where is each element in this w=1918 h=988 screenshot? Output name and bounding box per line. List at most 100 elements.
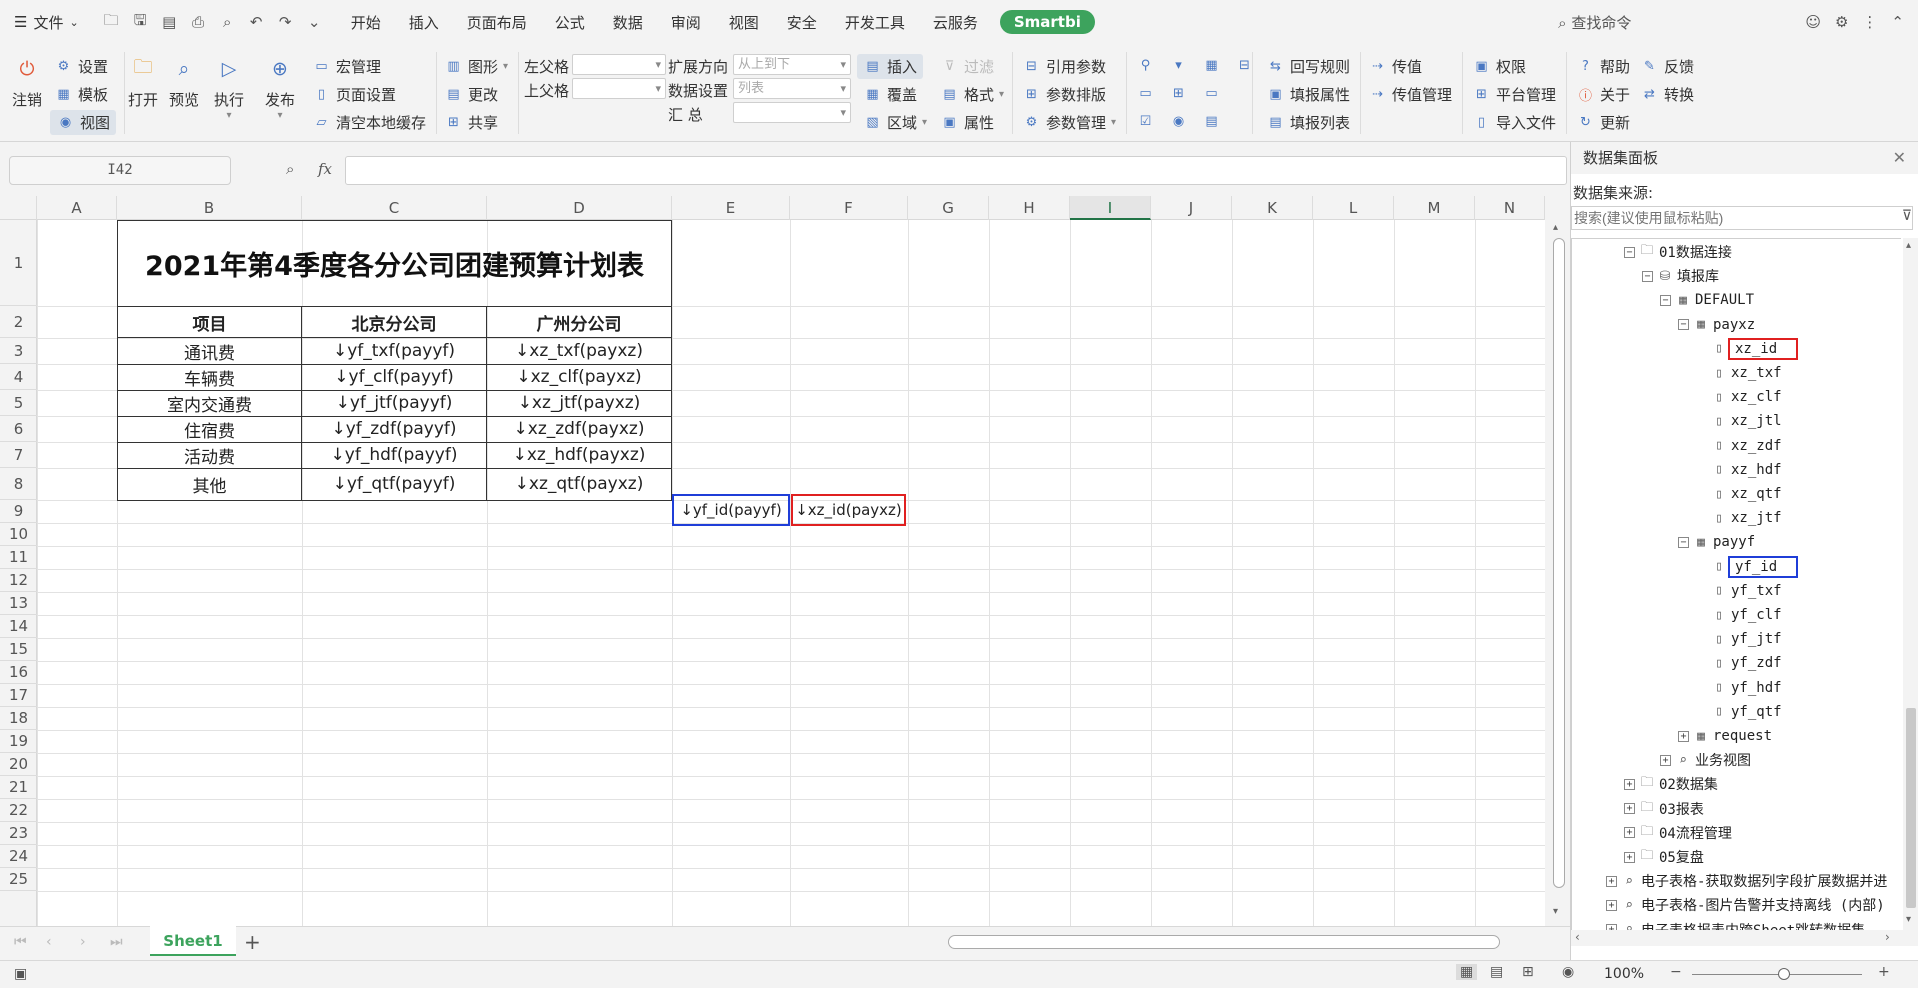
expand-icon[interactable]: +	[1624, 778, 1635, 790]
row-header[interactable]: 6	[0, 416, 37, 442]
sheet-title[interactable]: 2021年第4季度各分公司团建预算计划表	[117, 220, 672, 306]
expand-icon[interactable]: +	[1606, 875, 1617, 887]
name-box[interactable]: I42	[9, 156, 231, 185]
row-header[interactable]: 5	[0, 390, 37, 416]
row-header[interactable]: 15	[0, 638, 37, 661]
zoom-slider-thumb[interactable]	[1778, 968, 1790, 980]
cell-f8-xz-id[interactable]: ↓xz_id(payxz)	[791, 494, 906, 526]
header-beijing[interactable]: 北京分公司	[302, 306, 487, 338]
tree-node-field[interactable]: ▯ xz_jtf	[1696, 507, 1782, 529]
item-name-cell[interactable]: 车辆费	[117, 364, 302, 391]
insert-button[interactable]: ▤ 插入	[857, 54, 924, 79]
row-header[interactable]: 12	[0, 569, 37, 592]
row-header[interactable]: 8	[0, 468, 37, 500]
guangzhou-cell[interactable]: ↓xz_clf(payxz)	[487, 364, 672, 391]
tab-start[interactable]: 开始	[337, 0, 395, 44]
tree-node-field[interactable]: ▯ xz_jtl	[1696, 410, 1782, 432]
col-header[interactable]: C	[302, 196, 487, 220]
tab-smartbi[interactable]: Smartbi	[999, 10, 1095, 34]
page-break-view-icon[interactable]: ▤	[1490, 964, 1503, 980]
scroll-up-icon[interactable]: ▴	[1906, 240, 1911, 251]
tree-node-table-payyf[interactable]: − ▦ payyf	[1678, 531, 1755, 553]
template-button[interactable]: ▦ 模板	[54, 84, 108, 105]
tree-node-datasets[interactable]: + 🗀 02数据集	[1624, 773, 1718, 795]
row-header[interactable]: 4	[0, 364, 37, 390]
expand-icon[interactable]: +	[1660, 754, 1671, 766]
save-icon[interactable]: 🖫	[128, 10, 153, 35]
pin-icon[interactable]: ⚲	[1136, 56, 1155, 75]
panel-scroll-thumb[interactable]	[1906, 708, 1916, 908]
param-mgmt-button[interactable]: ⚙ 参数管理 ▾	[1022, 112, 1116, 133]
shape-button[interactable]: ▥ 图形 ▾	[444, 56, 508, 77]
view-button[interactable]: ◉ 视图	[50, 110, 117, 135]
customize-icon[interactable]: ⌄	[302, 10, 327, 35]
panel-vertical-scrollbar[interactable]: ▴ ▾	[1903, 238, 1918, 930]
row-header[interactable]: 22	[0, 799, 37, 822]
prev-sheet-icon[interactable]: ‹	[46, 934, 52, 950]
more-icon[interactable]: ⋮	[1862, 13, 1877, 31]
row-header[interactable]: 24	[0, 845, 37, 868]
scroll-thumb[interactable]	[1553, 238, 1565, 888]
reading-mode-icon[interactable]: ◉	[1562, 964, 1574, 980]
textbox-icon[interactable]: ▭	[1136, 84, 1155, 103]
col-header[interactable]: F	[790, 196, 908, 220]
last-sheet-icon[interactable]: ⏭	[110, 934, 123, 950]
tab-insert[interactable]: 插入	[395, 0, 453, 44]
preview-button[interactable]: ⌕ 预览	[169, 54, 199, 110]
permission-button[interactable]: ▣ 权限	[1472, 56, 1526, 77]
collapse-icon[interactable]: −	[1678, 319, 1689, 331]
row-header[interactable]: 21	[0, 776, 37, 799]
item-name-cell[interactable]: 通讯费	[117, 338, 302, 365]
convert-button[interactable]: ⇄ 转换	[1640, 84, 1694, 105]
expand-icon[interactable]: +	[1606, 899, 1617, 911]
expand-icon[interactable]: +	[1678, 730, 1689, 742]
beijing-cell[interactable]: ↓yf_jtf(payyf)	[302, 390, 487, 417]
tree-node-fill-db[interactable]: − ⛁ 填报库	[1642, 265, 1719, 287]
data-setting-select[interactable]: 列表	[733, 78, 851, 99]
tree-node-reports[interactable]: + 🗀 03报表	[1624, 798, 1704, 820]
col-header[interactable]: K	[1232, 196, 1313, 220]
col-header[interactable]: G	[908, 196, 989, 220]
beijing-cell[interactable]: ↓yf_hdf(payyf)	[302, 442, 487, 469]
list-widget-icon[interactable]: ▤	[1202, 112, 1221, 131]
image-widget-icon[interactable]: ▭	[1202, 84, 1221, 103]
pdf-icon[interactable]: ▤	[157, 10, 182, 35]
tree-node-field[interactable]: ▯ xz_clf	[1696, 386, 1782, 408]
checkbox-icon[interactable]: ☑	[1136, 112, 1155, 131]
search-command[interactable]: ⌕ 查找命令	[1558, 12, 1631, 33]
top-parent-select[interactable]	[572, 78, 666, 99]
fill-attribute-button[interactable]: ▣ 填报属性	[1266, 84, 1350, 105]
scroll-right-icon[interactable]: ›	[1885, 930, 1890, 944]
add-sheet-button[interactable]: +	[244, 930, 261, 954]
tab-cloud[interactable]: 云服务	[919, 0, 992, 44]
item-name-cell[interactable]: 住宿费	[117, 416, 302, 443]
beijing-cell[interactable]: ↓yf_zdf(payyf)	[302, 416, 487, 443]
zoom-out-icon[interactable]: −	[1670, 964, 1682, 980]
region-button[interactable]: ▧ 区域 ▾	[863, 112, 927, 133]
tree-node-spreadsheet[interactable]: + ⌕ 电子表格-获取数据列字段扩展数据并进	[1606, 870, 1887, 892]
tree-node-field[interactable]: ▯ yf_qtf	[1696, 701, 1782, 723]
row-header[interactable]: 25	[0, 868, 37, 891]
guangzhou-cell[interactable]: ↓xz_txf(payxz)	[487, 338, 672, 365]
col-header[interactable]: D	[487, 196, 672, 220]
col-header[interactable]: N	[1475, 196, 1545, 220]
col-header[interactable]: M	[1394, 196, 1475, 220]
row-header[interactable]: 9	[0, 500, 37, 523]
dropdown-widget-icon[interactable]: ▾	[1169, 56, 1188, 75]
row-header[interactable]: 7	[0, 442, 37, 468]
share-button[interactable]: ⊞ 共享	[444, 112, 498, 133]
item-name-cell[interactable]: 其他	[117, 468, 302, 501]
tree-node-default-schema[interactable]: − ▦ DEFAULT	[1660, 289, 1754, 311]
logout-button[interactable]: ⏻ 注销	[12, 54, 42, 110]
header-guangzhou[interactable]: 广州分公司	[487, 306, 672, 338]
filter-icon[interactable]: ⊽	[1902, 208, 1912, 224]
vertical-scrollbar[interactable]: ▴ ▾	[1545, 196, 1570, 926]
horizontal-scrollbar[interactable]	[948, 935, 1500, 949]
col-header[interactable]: E	[672, 196, 790, 220]
redo-icon[interactable]: ↷	[273, 10, 298, 35]
chat-icon[interactable]: ☺	[1805, 13, 1821, 31]
tree-node-request[interactable]: + ▦ request	[1678, 725, 1772, 747]
tree-node-field[interactable]: ▯ xz_txf	[1696, 362, 1782, 384]
row-header[interactable]: 1	[0, 220, 37, 306]
col-header[interactable]: H	[989, 196, 1070, 220]
